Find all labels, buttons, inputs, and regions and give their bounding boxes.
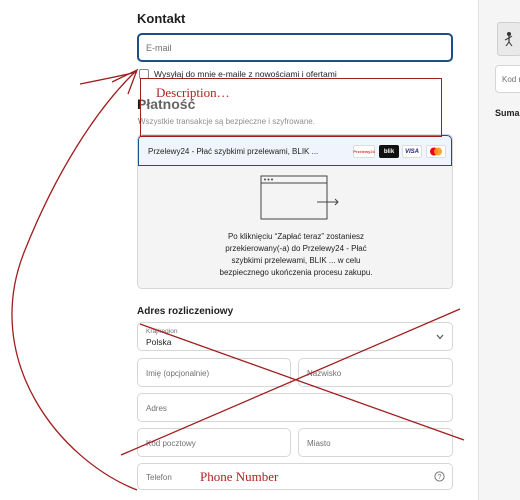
payment-method-label: Przelewy24 - Płać szybkimi przelewami, B… — [148, 147, 319, 156]
help-icon[interactable]: ? — [434, 471, 445, 482]
country-select[interactable]: Kraj/region Polska — [137, 322, 453, 351]
first-name-placeholder: Imię (opcjonalnie) — [146, 369, 210, 378]
phone-annotation: Phone Number — [200, 469, 279, 484]
mastercard-logo — [426, 145, 446, 158]
phone-field[interactable]: Telefon ? — [137, 463, 453, 490]
blik-logo: blik — [379, 145, 399, 158]
last-name-field[interactable]: Nazwisko — [298, 358, 453, 387]
product-thumbnail — [497, 22, 520, 56]
payment-card: Przelewy24 - Płać szybkimi przelewami, B… — [137, 134, 453, 289]
country-label: Kraj/region — [146, 328, 178, 335]
payment-redirect-panel: Po kliknięciu “Zapłać teraz” zostaniesz … — [138, 166, 452, 288]
browser-redirect-icon — [260, 175, 339, 220]
redirect-message: Po kliknięciu “Zapłać teraz” zostaniesz … — [219, 232, 373, 277]
chevron-down-icon — [436, 334, 444, 340]
discount-code-field[interactable]: Kod r — [495, 65, 520, 93]
first-name-field[interactable]: Imię (opcjonalnie) — [137, 358, 291, 387]
svg-text:?: ? — [438, 474, 442, 481]
description-annotation: Description… — [156, 85, 230, 100]
product-image-icon — [504, 32, 513, 47]
postal-code-placeholder: Kod pocztowy — [146, 439, 196, 448]
mastercard-icon — [430, 147, 442, 156]
przelewy24-logo: Przelewy24 — [353, 145, 375, 158]
discount-code-placeholder: Kod r — [502, 75, 520, 84]
email-input[interactable] — [139, 35, 451, 60]
postal-code-field[interactable]: Kod pocztowy — [137, 428, 291, 457]
billing-heading: Adres rozliczeniowy — [137, 306, 234, 317]
city-field[interactable]: Miasto — [298, 428, 453, 457]
address-placeholder: Adres — [146, 404, 167, 413]
contact-heading: Kontakt — [137, 11, 186, 26]
country-value: Polska — [146, 337, 172, 347]
order-summary-panel: Kod r Suma — [478, 0, 520, 500]
address-field[interactable]: Adres — [137, 393, 453, 422]
visa-logo: VISA — [402, 145, 422, 158]
phone-placeholder: Telefon — [146, 473, 172, 482]
email-field[interactable] — [137, 33, 453, 62]
city-placeholder: Miasto — [307, 439, 331, 448]
description-annotation-box: Description… — [140, 78, 442, 137]
sum-label: Suma — [495, 108, 520, 118]
checkout-form: Kontakt Wysyłaj do mnie e-maile z nowośc… — [0, 0, 478, 500]
last-name-placeholder: Nazwisko — [307, 369, 342, 378]
payment-method-przelewy24[interactable]: Przelewy24 - Płać szybkimi przelewami, B… — [138, 135, 452, 166]
